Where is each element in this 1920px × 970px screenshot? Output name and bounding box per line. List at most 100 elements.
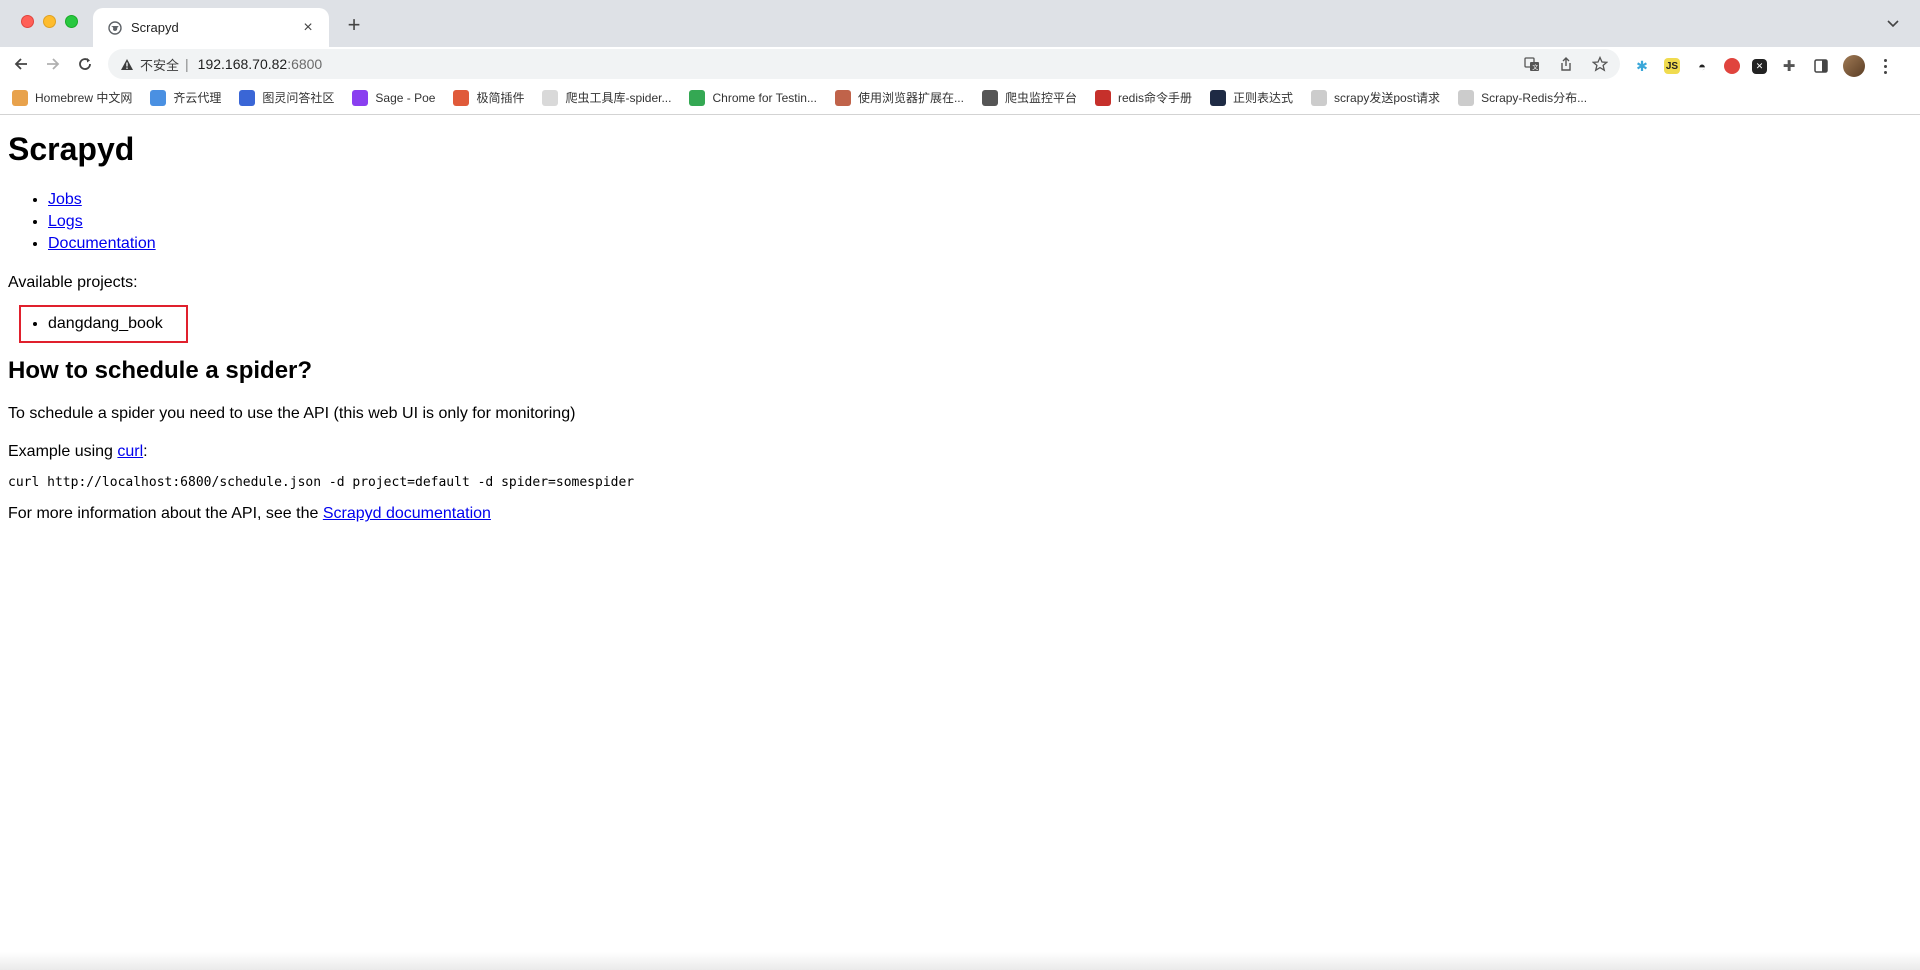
- bookmark-item[interactable]: Chrome for Testin...: [689, 89, 817, 106]
- insecure-label[interactable]: 不安全: [140, 55, 179, 74]
- bookmark-item[interactable]: Homebrew 中文网: [12, 89, 132, 106]
- bookmark-item[interactable]: 齐云代理: [150, 89, 221, 106]
- bookmark-item[interactable]: 爬虫监控平台: [981, 89, 1077, 106]
- example-prefix: Example using: [8, 443, 118, 461]
- bookmark-label: 爬虫监控平台: [1004, 91, 1077, 105]
- record-extension-icon[interactable]: [1724, 58, 1740, 74]
- bookmark-label: 爬虫工具库-spider...: [565, 91, 672, 105]
- example-text: Example using curl:: [8, 442, 1912, 462]
- page-title: Scrapyd: [8, 131, 135, 167]
- bookmark-label: 极简插件: [476, 91, 525, 105]
- redis-icon: [1095, 89, 1111, 106]
- projects-list: dangdang_book: [21, 313, 186, 335]
- schedule-text: To schedule a spider you need to use the…: [8, 405, 576, 423]
- rainbow-icon: [453, 89, 470, 106]
- bookmark-item[interactable]: 使用浏览器扩展在...: [834, 89, 964, 106]
- projects-highlight-box: dangdang_book: [19, 304, 188, 343]
- jobs-link[interactable]: Jobs: [48, 191, 82, 208]
- tab-title: Scrapyd: [131, 20, 179, 35]
- documentation-link[interactable]: Documentation: [48, 235, 156, 252]
- more-menu-icon[interactable]: [1877, 56, 1893, 76]
- chevron-down-icon[interactable]: [1884, 15, 1902, 33]
- forward-button[interactable]: [41, 52, 65, 76]
- extensions-bar: ✱ JS ◓ ✕ ✚: [1632, 55, 1893, 77]
- sidepanel-icon[interactable]: [1811, 56, 1831, 76]
- react-devtools-icon[interactable]: ✱: [1632, 56, 1652, 76]
- scrapyd-documentation-link[interactable]: Scrapyd documentation: [323, 505, 491, 522]
- bookmark-label: redis命令手册: [1118, 91, 1193, 105]
- tab-strip: Scrapyd × +: [0, 0, 1920, 47]
- schedule-heading: How to schedule a spider?: [8, 356, 313, 384]
- url-port: :6800: [287, 56, 323, 72]
- more-info-prefix: For more information about the API, see …: [8, 505, 323, 523]
- bookmark-item[interactable]: 极简插件: [453, 89, 524, 106]
- minimize-window-button[interactable]: [43, 15, 56, 28]
- tab-close-icon[interactable]: ×: [299, 19, 317, 37]
- turing-icon: [239, 89, 256, 106]
- omnibox-actions: 文: [1522, 54, 1610, 74]
- bookmark-label: scrapy发送post请求: [1334, 91, 1441, 105]
- bookmark-label: 齐云代理: [173, 91, 222, 105]
- tab-scrapyd[interactable]: Scrapyd ×: [93, 8, 329, 47]
- omnibox-divider: |: [185, 56, 189, 72]
- regex-icon: [1210, 89, 1227, 106]
- reload-icon: [79, 58, 91, 70]
- address-bar[interactable]: 不安全 | 192.168.70.82 :6800 文: [108, 49, 1620, 79]
- star-icon[interactable]: [1590, 54, 1610, 74]
- bottom-shadow: [0, 952, 1920, 970]
- close-window-button[interactable]: [21, 15, 34, 28]
- bookmark-item[interactable]: 爬虫工具库-spider...: [542, 89, 671, 106]
- chrome-icon: [689, 89, 706, 106]
- translate-icon[interactable]: 文: [1522, 54, 1542, 74]
- page-content: Scrapyd Jobs Logs Documentation Availabl…: [0, 116, 1920, 970]
- bookmark-item[interactable]: Sage - Poe: [352, 89, 436, 106]
- url-host: 192.168.70.82: [197, 56, 288, 72]
- poe-icon: [352, 89, 369, 106]
- zoom-window-button[interactable]: [65, 15, 78, 28]
- logs-link[interactable]: Logs: [48, 213, 83, 230]
- bookmark-label: 正则表达式: [1233, 91, 1294, 105]
- more-info-text: For more information about the API, see …: [8, 504, 1912, 524]
- homebrew-icon: [12, 89, 28, 106]
- bookmark-item[interactable]: 正则表达式: [1210, 89, 1293, 106]
- bookmark-item[interactable]: scrapy发送post请求: [1311, 89, 1440, 106]
- example-suffix: :: [143, 443, 148, 461]
- globe-icon: [107, 20, 123, 36]
- globe-icon: [981, 89, 998, 106]
- bookmark-label: Chrome for Testin...: [712, 90, 817, 105]
- profile-avatar[interactable]: [1843, 55, 1865, 77]
- bookmark-label: 使用浏览器扩展在...: [857, 91, 964, 105]
- new-tab-button[interactable]: +: [342, 13, 366, 37]
- nav-item-logs: Logs: [48, 211, 1912, 233]
- browser-toolbar: 不安全 | 192.168.70.82 :6800 文 ✱ JS ◓ ✕ ✚: [0, 47, 1920, 81]
- bookmark-item[interactable]: redis命令手册: [1095, 89, 1192, 106]
- bookmark-label: Sage - Poe: [375, 90, 436, 105]
- cloud-icon: [150, 89, 167, 106]
- bookmark-label: Scrapy-Redis分布...: [1481, 91, 1588, 105]
- spider-icon: [542, 89, 559, 106]
- bookmark-label: 图灵问答社区: [262, 91, 335, 105]
- warning-icon: [120, 58, 134, 71]
- curl-command: curl http://localhost:6800/schedule.json…: [8, 475, 635, 491]
- bookmark-item[interactable]: Scrapy-Redis分布...: [1458, 89, 1587, 106]
- svg-text:文: 文: [1532, 64, 1538, 72]
- document-icon: [1458, 89, 1475, 106]
- bookmark-label: Homebrew 中文网: [35, 91, 133, 105]
- x-extension-icon[interactable]: ✕: [1752, 58, 1767, 74]
- share-icon[interactable]: [1556, 54, 1576, 74]
- available-projects-label: Available projects:: [8, 273, 138, 291]
- mask-extension-icon[interactable]: ◓: [1692, 56, 1712, 76]
- js-extension-icon[interactable]: JS: [1664, 58, 1680, 74]
- curl-link[interactable]: curl: [117, 443, 143, 460]
- bookmark-item[interactable]: 图灵问答社区: [239, 89, 334, 106]
- bookmarks-bar: Homebrew 中文网 齐云代理 图灵问答社区 Sage - Poe 极简插件 爬虫工具…: [0, 81, 1920, 115]
- window-controls: [21, 15, 78, 28]
- arrow-left-icon: [14, 58, 27, 70]
- feather-icon: [1311, 89, 1328, 106]
- nav-item-documentation: Documentation: [48, 233, 1912, 255]
- project-item: dangdang_book: [48, 313, 186, 335]
- puzzle-icon[interactable]: ✚: [1779, 56, 1799, 76]
- arrow-right-icon: [47, 58, 60, 70]
- back-button[interactable]: [9, 52, 33, 76]
- reload-button[interactable]: [73, 52, 97, 76]
